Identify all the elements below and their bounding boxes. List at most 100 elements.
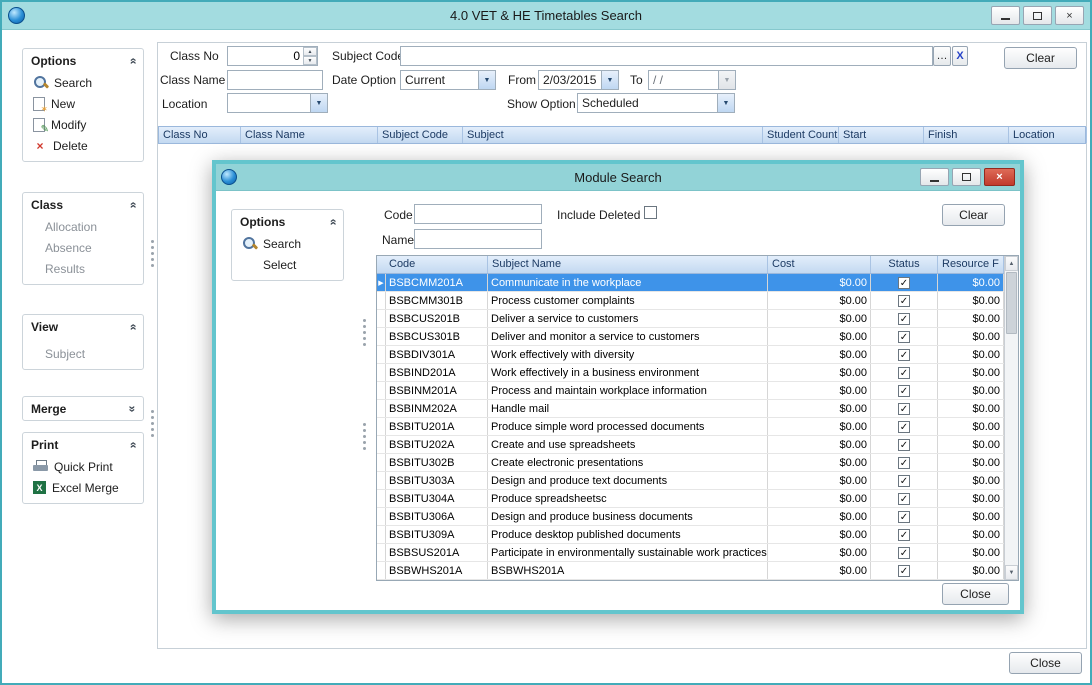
subject-code-browse-button[interactable]: …	[933, 46, 951, 66]
module-column-header[interactable]: Code	[377, 256, 488, 273]
results-column-header[interactable]: Class No	[159, 127, 241, 143]
status-checkbox[interactable]: ✓	[898, 367, 910, 379]
sidebar-item-delete[interactable]: × Delete	[23, 135, 143, 156]
status-checkbox[interactable]: ✓	[898, 313, 910, 325]
table-row[interactable]: BSBINM201AProcess and maintain workplace…	[377, 382, 1004, 400]
maximize-button[interactable]	[1023, 6, 1052, 25]
table-row[interactable]: BSBCMM301BProcess customer complaints$0.…	[377, 292, 1004, 310]
close-window-button[interactable]: ×	[1055, 6, 1084, 25]
modal-sidebar-item-search[interactable]: Search	[232, 233, 343, 254]
options-panel-header[interactable]: Options »	[23, 49, 143, 72]
minimize-button[interactable]	[991, 6, 1020, 25]
results-column-header[interactable]: Class Name	[241, 127, 378, 143]
module-column-header[interactable]: Subject Name	[488, 256, 768, 273]
sidebar-item-new[interactable]: New	[23, 93, 143, 114]
show-option-dropdown[interactable]: Scheduled ▼	[577, 93, 735, 113]
table-row[interactable]: BSBITU202ACreate and use spreadsheets$0.…	[377, 436, 1004, 454]
clear-button[interactable]: Clear	[1004, 47, 1077, 69]
results-column-header[interactable]: Subject	[463, 127, 763, 143]
results-column-header[interactable]: Location	[1009, 127, 1087, 143]
modal-splitter[interactable]	[362, 423, 366, 450]
merge-panel-header[interactable]: Merge »	[23, 397, 143, 420]
spin-up-icon[interactable]: ▲	[303, 47, 317, 56]
results-column-header[interactable]: Start	[839, 127, 924, 143]
dropdown-arrow-icon[interactable]: ▼	[310, 94, 327, 112]
table-row[interactable]: BSBCUS301BDeliver and monitor a service …	[377, 328, 1004, 346]
code-input[interactable]	[414, 204, 542, 224]
table-row[interactable]: ▶BSBCMM201ACommunicate in the workplace$…	[377, 274, 1004, 292]
table-row[interactable]: BSBDIV301AWork effectively with diversit…	[377, 346, 1004, 364]
table-row[interactable]: BSBITU306ADesign and produce business do…	[377, 508, 1004, 526]
table-row[interactable]: BSBSUS201AParticipate in environmentally…	[377, 544, 1004, 562]
table-row[interactable]: BSBINM202AHandle mail$0.00✓$0.00	[377, 400, 1004, 418]
module-column-header[interactable]: Cost	[768, 256, 871, 273]
status-checkbox[interactable]: ✓	[898, 475, 910, 487]
sidebar-item-modify[interactable]: Modify	[23, 114, 143, 135]
main-titlebar[interactable]: 4.0 VET & HE Timetables Search ×	[2, 2, 1090, 30]
dropdown-arrow-icon[interactable]: ▼	[478, 71, 495, 89]
table-row[interactable]: BSBITU309AProduce desktop published docu…	[377, 526, 1004, 544]
from-date-dropdown[interactable]: 2/03/2015 ▼	[538, 70, 619, 90]
vertical-scrollbar[interactable]: ▲ ▼	[1004, 256, 1018, 580]
sidebar-splitter[interactable]	[150, 410, 154, 437]
sidebar-item-subject[interactable]: Subject	[23, 343, 143, 364]
results-column-header[interactable]: Subject Code	[378, 127, 463, 143]
status-checkbox[interactable]: ✓	[898, 547, 910, 559]
status-checkbox[interactable]: ✓	[898, 331, 910, 343]
sidebar-item-allocation[interactable]: Allocation	[23, 216, 143, 237]
status-checkbox[interactable]: ✓	[898, 511, 910, 523]
spin-down-icon[interactable]: ▼	[303, 56, 317, 65]
include-deleted-checkbox[interactable]	[644, 206, 657, 219]
sidebar-item-quick-print[interactable]: Quick Print	[23, 456, 143, 477]
sidebar-splitter[interactable]	[150, 240, 154, 267]
dropdown-arrow-icon[interactable]: ▼	[601, 71, 618, 89]
modal-splitter[interactable]	[362, 319, 366, 346]
location-dropdown[interactable]: ▼	[227, 93, 328, 113]
table-row[interactable]: BSBITU201AProduce simple word processed …	[377, 418, 1004, 436]
table-row[interactable]: BSBITU303ADesign and produce text docume…	[377, 472, 1004, 490]
sidebar-item-excel-merge[interactable]: X Excel Merge	[23, 477, 143, 498]
class-panel-header[interactable]: Class »	[23, 193, 143, 216]
status-checkbox[interactable]: ✓	[898, 277, 910, 289]
subject-code-input[interactable]	[400, 46, 933, 66]
status-checkbox[interactable]: ✓	[898, 565, 910, 577]
modal-options-panel-header[interactable]: Options »	[232, 210, 343, 233]
scroll-down-icon[interactable]: ▼	[1005, 565, 1018, 580]
status-checkbox[interactable]: ✓	[898, 295, 910, 307]
sidebar-item-search[interactable]: Search	[23, 72, 143, 93]
table-row[interactable]: BSBCUS201BDeliver a service to customers…	[377, 310, 1004, 328]
modal-sidebar-item-select[interactable]: Select	[232, 254, 343, 275]
modal-minimize-button[interactable]	[920, 168, 949, 186]
table-row[interactable]: BSBITU304AProduce spreadsheetsc$0.00✓$0.…	[377, 490, 1004, 508]
status-checkbox[interactable]: ✓	[898, 529, 910, 541]
modal-clear-button[interactable]: Clear	[942, 204, 1005, 226]
modal-maximize-button[interactable]	[952, 168, 981, 186]
status-checkbox[interactable]: ✓	[898, 439, 910, 451]
status-checkbox[interactable]: ✓	[898, 349, 910, 361]
module-column-header[interactable]: Status	[871, 256, 938, 273]
table-row[interactable]: BSBITU302BCreate electronic presentation…	[377, 454, 1004, 472]
status-checkbox[interactable]: ✓	[898, 385, 910, 397]
sidebar-item-results[interactable]: Results	[23, 258, 143, 279]
results-column-header[interactable]: Student Count	[763, 127, 839, 143]
table-row[interactable]: BSBWHS201ABSBWHS201A$0.00✓$0.00	[377, 562, 1004, 580]
class-name-input[interactable]	[227, 70, 323, 90]
modal-close-button[interactable]: Close	[942, 583, 1009, 605]
status-checkbox[interactable]: ✓	[898, 457, 910, 469]
main-close-button[interactable]: Close	[1009, 652, 1082, 674]
table-row[interactable]: BSBIND201AWork effectively in a business…	[377, 364, 1004, 382]
status-checkbox[interactable]: ✓	[898, 403, 910, 415]
results-column-header[interactable]: Finish	[924, 127, 1009, 143]
status-checkbox[interactable]: ✓	[898, 421, 910, 433]
to-date-dropdown[interactable]: / / ▼	[648, 70, 736, 90]
scroll-up-icon[interactable]: ▲	[1005, 256, 1018, 271]
module-column-header[interactable]: Resource F	[938, 256, 1004, 273]
date-option-dropdown[interactable]: Current ▼	[400, 70, 496, 90]
view-panel-header[interactable]: View »	[23, 315, 143, 338]
dropdown-arrow-icon[interactable]: ▼	[717, 94, 734, 112]
name-input[interactable]	[414, 229, 542, 249]
modal-close-window-button[interactable]: ×	[984, 168, 1015, 186]
sidebar-item-absence[interactable]: Absence	[23, 237, 143, 258]
scrollbar-thumb[interactable]	[1006, 272, 1017, 334]
subject-code-clear-button[interactable]: X	[952, 46, 968, 66]
